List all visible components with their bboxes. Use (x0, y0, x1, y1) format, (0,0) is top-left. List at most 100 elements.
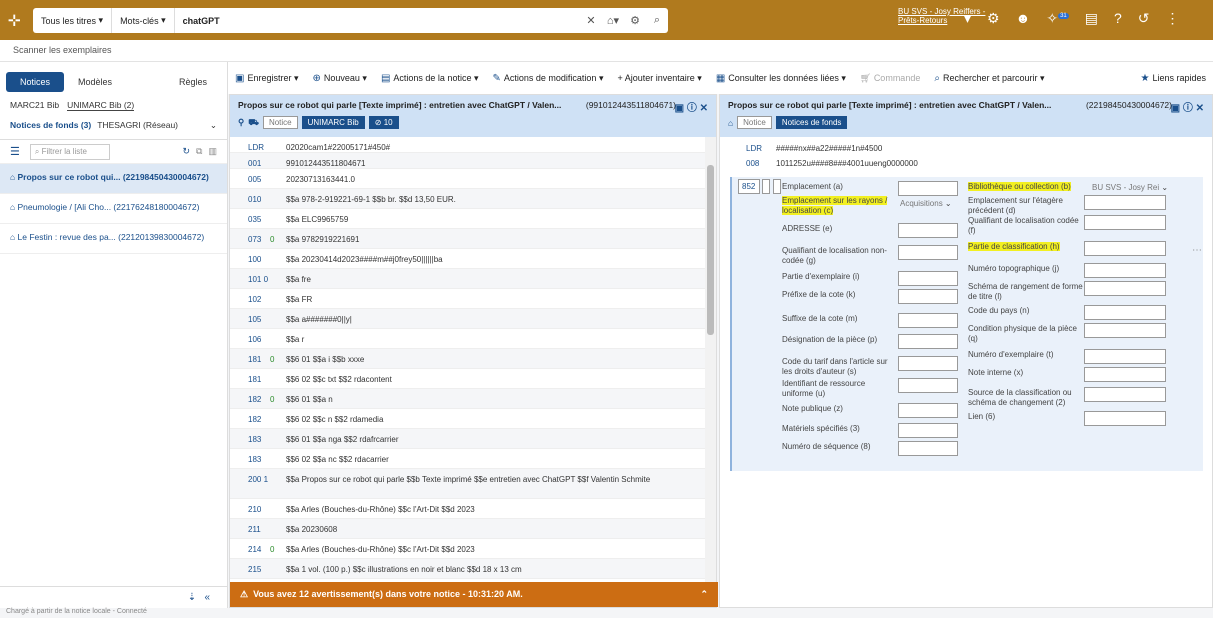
order-button[interactable]: 🛒︎ Commande (853, 73, 927, 84)
layout-icon[interactable]: ▥ (208, 146, 217, 157)
scan-items-link[interactable]: Scanner les exemplaires (13, 45, 112, 55)
marc-row[interactable]: 001 991012443511804671 (230, 153, 706, 169)
history-icon[interactable]: ↺ (1138, 10, 1150, 27)
info-icon[interactable]: ⓘ (1183, 103, 1193, 114)
save-icon[interactable]: ▣ (1171, 103, 1180, 114)
marc-row[interactable]: 106 $$a r (230, 329, 706, 349)
marc-row[interactable]: 010 $$a 978-2-919221-69-1 $$b br. $$d 13,… (230, 189, 706, 209)
subfield-input[interactable] (898, 223, 958, 238)
marc-value[interactable]: $$a 978-2-919221-69-1 $$b br. $$d 13,50 … (282, 195, 706, 204)
subfield-input[interactable] (1084, 387, 1166, 402)
subfield-input[interactable] (898, 378, 958, 393)
search-browse-button[interactable]: ⌕ Rechercher et parcourir ▾ (927, 73, 1051, 84)
marc-value[interactable]: $$a ELC9965759 (282, 215, 706, 224)
marc-row[interactable]: 100 $$a 20230414d2023####m##j0frey50|||||… (230, 249, 706, 269)
marc-row[interactable]: 182 $$6 02 $$c n $$2 rdamedia (230, 409, 706, 429)
marc-value[interactable]: 20230713163441.0 (282, 175, 706, 184)
marc-value[interactable]: $$6 02 $$c txt $$2 rdacontent (282, 375, 706, 384)
tab-thesagri[interactable]: THESAGRI (Réseau) (97, 120, 178, 131)
marc-value[interactable]: 02020cam1#22005171#450# (282, 143, 706, 152)
marc-row[interactable]: 210 $$a Arles (Bouches-du-Rhône) $$c l'Ar… (230, 499, 706, 519)
subfield-input[interactable] (1084, 305, 1166, 320)
marc-row[interactable]: 200 1 $$a Propos sur ce robot qui parle $… (230, 469, 706, 499)
subfield-input[interactable] (1084, 323, 1166, 338)
marc-row[interactable]: 005 20230713163441.0 (230, 169, 706, 189)
marc-value[interactable]: $$a fre (282, 275, 706, 284)
home-icon[interactable]: ⌂ (728, 118, 733, 128)
collapse-icon[interactable]: « (204, 592, 210, 603)
more-options-icon[interactable]: ⋯ (1192, 245, 1202, 256)
chip-count[interactable]: ⊘ 10 (368, 116, 399, 129)
marc-value[interactable]: $$a Arles (Bouches-du-Rhône) $$c l'Art-D… (282, 505, 706, 514)
marc-row[interactable]: 182 0 $$6 01 $$a n (230, 389, 706, 409)
indicator-1-input[interactable] (762, 179, 770, 194)
marc-value[interactable]: $$a r (282, 335, 706, 344)
marc-value[interactable]: $$6 02 $$a nc $$2 rdacarrier (282, 455, 706, 464)
subfield-input[interactable] (1084, 367, 1166, 382)
subfield-input[interactable] (1084, 195, 1166, 210)
subfield-input[interactable] (1084, 281, 1166, 296)
clipboard-icon[interactable]: ▤ (1085, 10, 1098, 27)
subfield-input[interactable] (898, 423, 958, 438)
tab-regles[interactable]: Règles (165, 72, 221, 92)
close-icon[interactable]: ✕ (700, 103, 708, 114)
search-type-dropdown[interactable]: Mots-clés ▾ (112, 8, 175, 33)
tab-marc21[interactable]: MARC21 Bib (10, 100, 59, 111)
marc-value[interactable]: $$a 9782919221691 (282, 235, 706, 244)
close-icon[interactable]: ✕ (1196, 103, 1204, 114)
list-icon[interactable]: ☰ (10, 145, 20, 158)
marc-value[interactable]: $$6 01 $$a n (282, 395, 706, 404)
marc-value[interactable]: $$a Propos sur ce robot qui parle $$b Te… (282, 475, 706, 484)
list-item[interactable]: ⌂ Pneumologie / [Ali Cho... (22176248180… (0, 194, 227, 224)
tasks-icon[interactable]: ✧ 31 (1046, 10, 1069, 27)
subfield-input[interactable] (898, 289, 958, 304)
subfield-input[interactable] (898, 334, 958, 349)
marc-value[interactable]: $$6 01 $$a i $$b xxxe (282, 355, 706, 364)
user-icon[interactable]: ☻ (1016, 10, 1031, 27)
marc-row[interactable]: 214 0 $$a Arles (Bouches-du-Rhône) $$c l'A… (230, 539, 706, 559)
tab-fonds[interactable]: Notices de fonds (3) (10, 120, 91, 131)
chevron-down-icon[interactable]: ⌄ (210, 120, 217, 131)
marc-row[interactable]: LDR 02020cam1#22005171#450# (230, 137, 706, 153)
marc-value[interactable]: $$6 02 $$c n $$2 rdamedia (282, 415, 706, 424)
chip-notice[interactable]: Notice (262, 116, 298, 129)
settings-icon[interactable]: ⚙ (624, 14, 646, 27)
chip-fonds[interactable]: Notices de fonds (775, 116, 848, 129)
subfield-input[interactable] (1084, 411, 1166, 426)
save-icon[interactable]: ▣ (675, 103, 684, 114)
marc-row[interactable]: 183 $$6 02 $$a nc $$2 rdacarrier (230, 449, 706, 469)
chevron-up-icon[interactable]: ⌃ (700, 589, 708, 600)
marc-value[interactable]: 991012443511804671 (282, 159, 706, 168)
scrollbar[interactable] (705, 137, 716, 582)
tools-icon[interactable]: ⚙ (987, 10, 1000, 27)
search-input[interactable]: chatGPT (175, 16, 580, 26)
info-icon[interactable]: ⓘ (687, 103, 697, 114)
scope-dropdown[interactable]: Tous les titres ▾ (33, 8, 113, 33)
marc-row[interactable]: LDR #####nx##a22#####1n#4500 (720, 141, 1212, 156)
marc-value[interactable]: $$6 01 $$a nga $$2 rdafrcarrier (282, 435, 706, 444)
marc-value[interactable]: $$a Arles (Bouches-du-Rhône) $$c l'Art-D… (282, 545, 706, 554)
help-icon[interactable]: ? (1114, 10, 1122, 27)
search-icon[interactable]: ⌕ (646, 14, 668, 27)
marc-value[interactable]: $$a 20230608 (282, 525, 706, 534)
menu-logo-icon[interactable]: ⊹ (8, 11, 32, 29)
marc-row[interactable]: 102 $$a FR (230, 289, 706, 309)
marc-row[interactable]: 215 $$a 1 vol. (100 p.) $$c illustrations… (230, 559, 706, 579)
marc-row[interactable]: 181 $$6 02 $$c txt $$2 rdacontent (230, 369, 706, 389)
indicator-2-input[interactable] (773, 179, 781, 194)
clear-icon[interactable]: ✕ (580, 14, 602, 27)
tab-unimarc[interactable]: UNIMARC Bib (2) (67, 100, 135, 111)
subfield-input[interactable] (898, 181, 958, 196)
subfield-input[interactable] (1084, 349, 1166, 364)
subfield-input[interactable] (898, 245, 958, 260)
marc-value[interactable]: $$a FR (282, 295, 706, 304)
home-icon[interactable]: ⌂▾ (602, 14, 624, 27)
library-select[interactable]: BU SVS - Josy Rei ⌄ (1092, 183, 1168, 193)
subfield-input[interactable] (898, 403, 958, 418)
subfield-input[interactable] (898, 271, 958, 286)
marc-row[interactable]: 183 $$6 01 $$a nga $$2 rdafrcarrier (230, 429, 706, 449)
marc-row[interactable]: 181 0 $$6 01 $$a i $$b xxxe (230, 349, 706, 369)
save-button[interactable]: ▣ Enregistrer ▾ (228, 73, 306, 84)
list-item[interactable]: ⌂ Propos sur ce robot qui... (2219845043… (0, 164, 227, 194)
dropdown-icon[interactable]: ▾ (964, 10, 971, 27)
